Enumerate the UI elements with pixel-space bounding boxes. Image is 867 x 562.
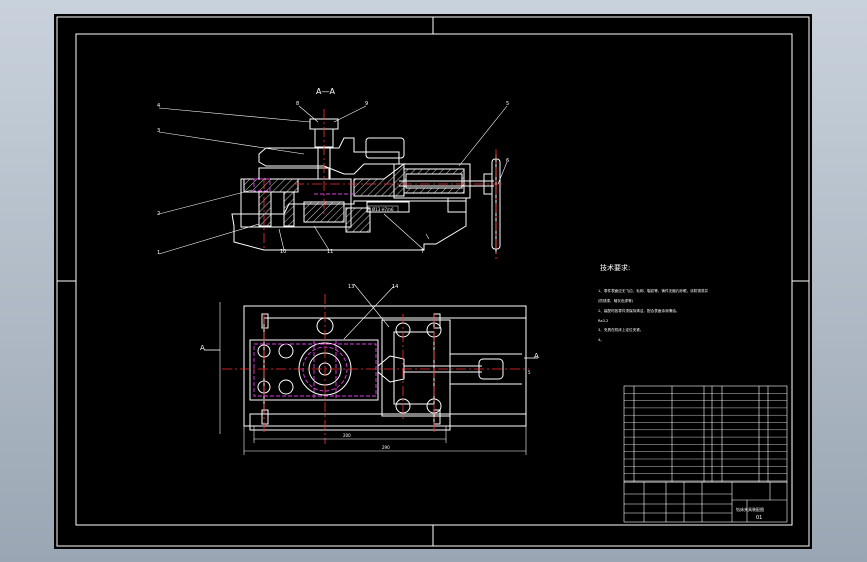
section-view <box>231 118 501 254</box>
section-dimension-texts: Ø13 H7/n6 <box>367 205 399 213</box>
svg-text:13: 13 <box>348 284 354 290</box>
svg-text:Ø13 H7/n6: Ø13 H7/n6 <box>372 207 394 212</box>
part-balloon-8: 8 <box>296 101 299 107</box>
plan-view <box>243 305 527 431</box>
part-balloon-9: 9 <box>365 101 368 107</box>
note-1b: (防锈漆、暗灰色漆等) <box>598 298 634 303</box>
part-balloon-2: 2 <box>157 211 160 217</box>
section-center-lines <box>263 109 504 259</box>
note-1: 1、零件表面应无飞边、毛刺、裂纹等，铸件无缩孔砂眼，涂防锈漆并 <box>598 288 709 293</box>
dim-5: 5 <box>528 370 531 375</box>
parts-list-rows <box>624 393 787 482</box>
svg-text:6: 6 <box>506 158 509 164</box>
part-balloon-1: 1 <box>157 250 160 256</box>
svg-text:4: 4 <box>157 103 160 109</box>
part-balloon-6: 6 <box>506 158 509 164</box>
title-block-drawing-number: 01 <box>756 515 762 521</box>
svg-text:5: 5 <box>506 101 509 107</box>
svg-text:9: 9 <box>365 101 368 107</box>
svg-text:A: A <box>534 352 539 360</box>
svg-text:11: 11 <box>327 249 333 255</box>
svg-text:1: 1 <box>157 250 160 256</box>
svg-text:8: 8 <box>296 101 299 107</box>
svg-text:10: 10 <box>280 249 286 255</box>
note-4: 4。 <box>598 338 604 342</box>
title-block-drawing-name: 钻床夹具装配图 <box>736 506 764 512</box>
note-2: 2、装配时各零件须保持清洁，配合表面涂润滑油。 <box>598 308 679 313</box>
title-block <box>623 481 788 523</box>
part-balloon-14: 14 <box>392 284 398 290</box>
part-balloon-10: 10 <box>280 249 286 255</box>
notes-title: 技术要求: <box>600 263 630 272</box>
part-balloon-5: 5 <box>506 101 509 107</box>
technical-notes: 技术要求: 1、零件表面应无飞边、毛刺、裂纹等，铸件无缩孔砂眼，涂防锈漆并 (防… <box>598 263 709 342</box>
cad-viewport[interactable]: A—A Ø13 H7/n6 200 290 5 A A 4 3 2 1 8 9 … <box>54 14 812 549</box>
part-balloon-4: 4 <box>157 103 160 109</box>
section-view-title: A—A <box>316 87 335 96</box>
note-3: 3、夹具在机床上定位夹紧。 <box>598 327 643 332</box>
svg-text:14: 14 <box>392 284 398 290</box>
assembly-drawing: A—A Ø13 H7/n6 200 290 5 A A 4 3 2 1 8 9 … <box>56 16 810 547</box>
plan-dimensions <box>219 283 527 455</box>
part-balloon-11: 11 <box>327 249 333 255</box>
part-balloon-13: 13 <box>348 284 354 290</box>
svg-text:2: 2 <box>157 211 160 217</box>
svg-text:3: 3 <box>157 128 160 134</box>
svg-text:7: 7 <box>421 249 424 255</box>
section-marker-left: A <box>200 344 220 352</box>
part-balloon-7: 7 <box>421 249 424 255</box>
sheet-border <box>56 16 810 547</box>
plan-hidden-lines <box>253 340 377 400</box>
svg-text:A: A <box>200 344 205 352</box>
part-balloon-3: 3 <box>157 128 160 134</box>
note-ra: Ra3.2 <box>598 319 608 323</box>
dim-200: 200 <box>343 433 351 438</box>
dim-290: 290 <box>382 445 390 450</box>
